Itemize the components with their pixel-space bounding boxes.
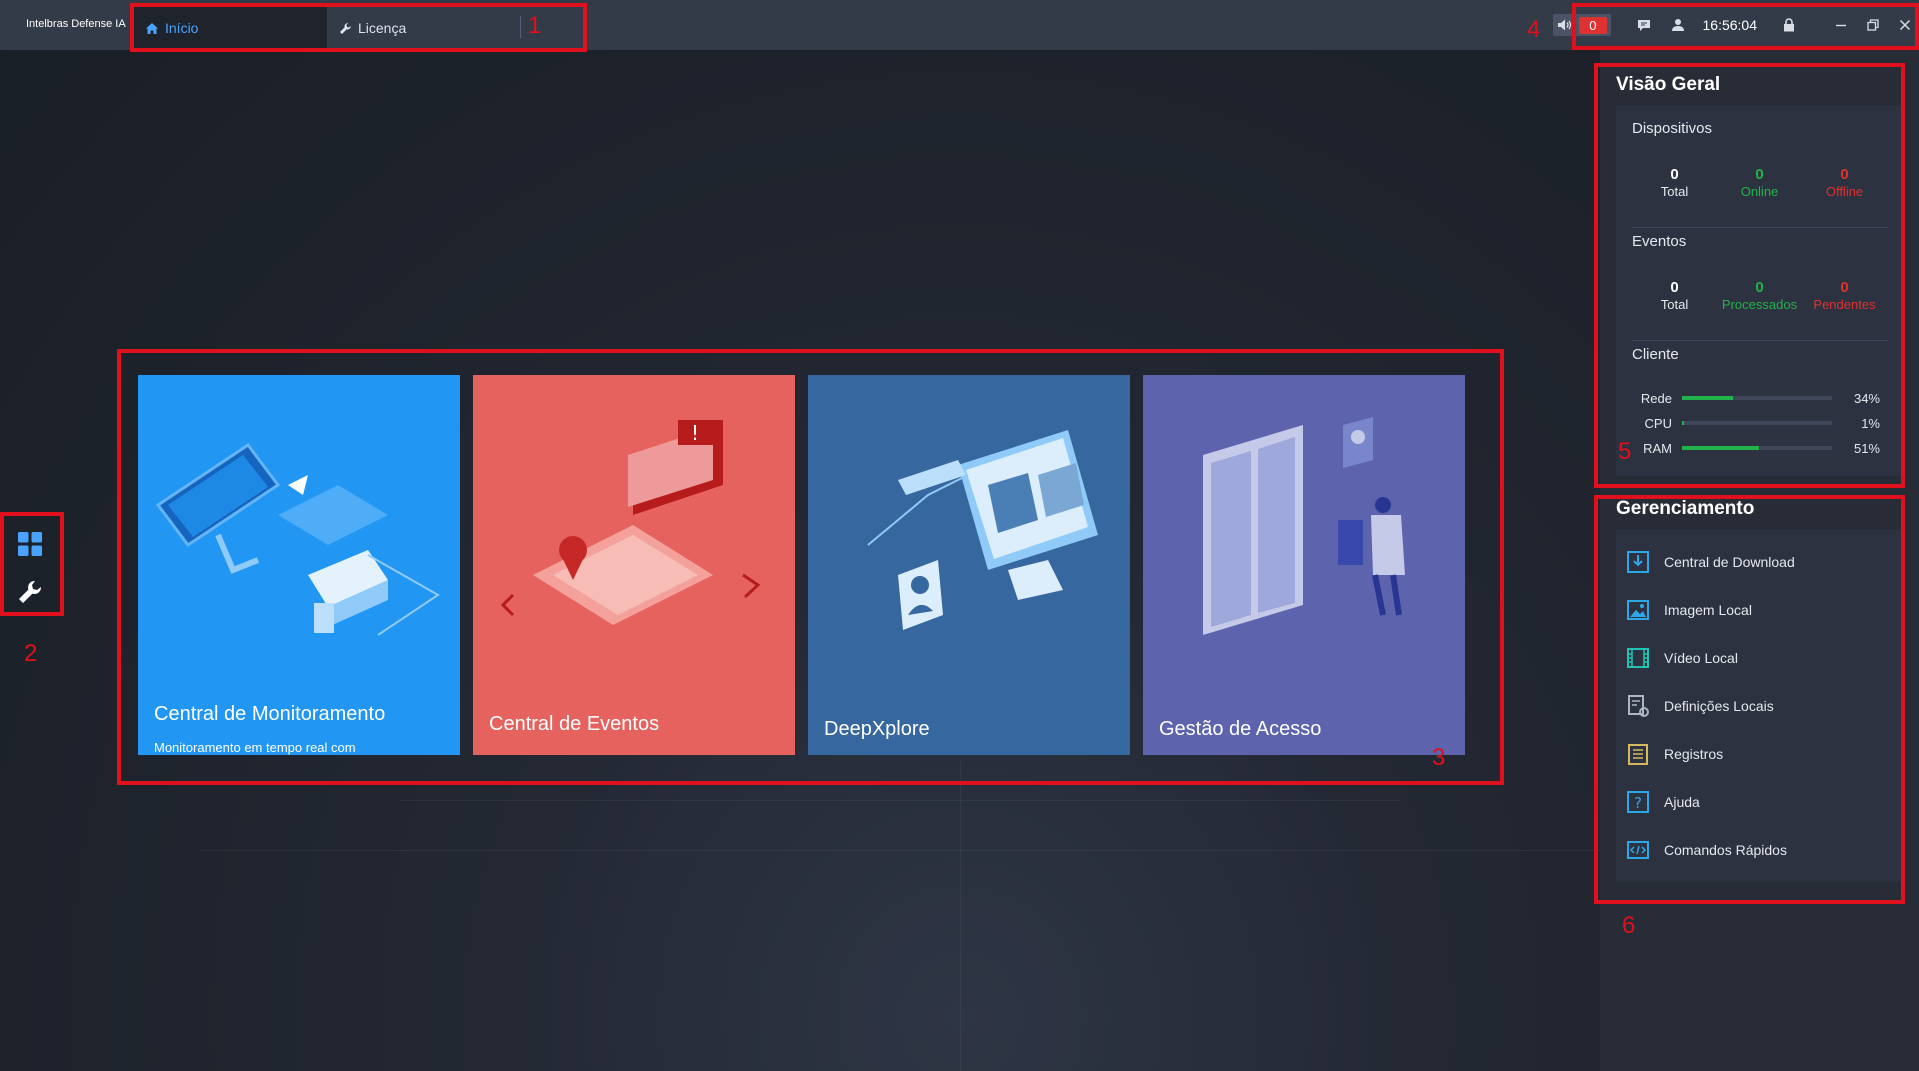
annotation-label-4: 4 [1527, 16, 1541, 43]
annotation-box-6 [1594, 495, 1905, 904]
annotation-label-2: 2 [24, 640, 38, 667]
annotation-box-1 [130, 3, 587, 52]
app-title: Intelbras Defense IA [26, 18, 126, 30]
annotation-label-5: 5 [1618, 438, 1632, 465]
annotation-box-2 [0, 512, 64, 616]
annotation-label-1: 1 [528, 12, 542, 39]
annotation-box-5 [1594, 63, 1905, 488]
annotation-box-3 [117, 349, 1504, 785]
speaker-icon [1557, 18, 1573, 32]
annotation-label-3: 3 [1432, 744, 1446, 771]
annotation-box-4 [1572, 3, 1919, 50]
annotation-label-6: 6 [1622, 912, 1636, 939]
